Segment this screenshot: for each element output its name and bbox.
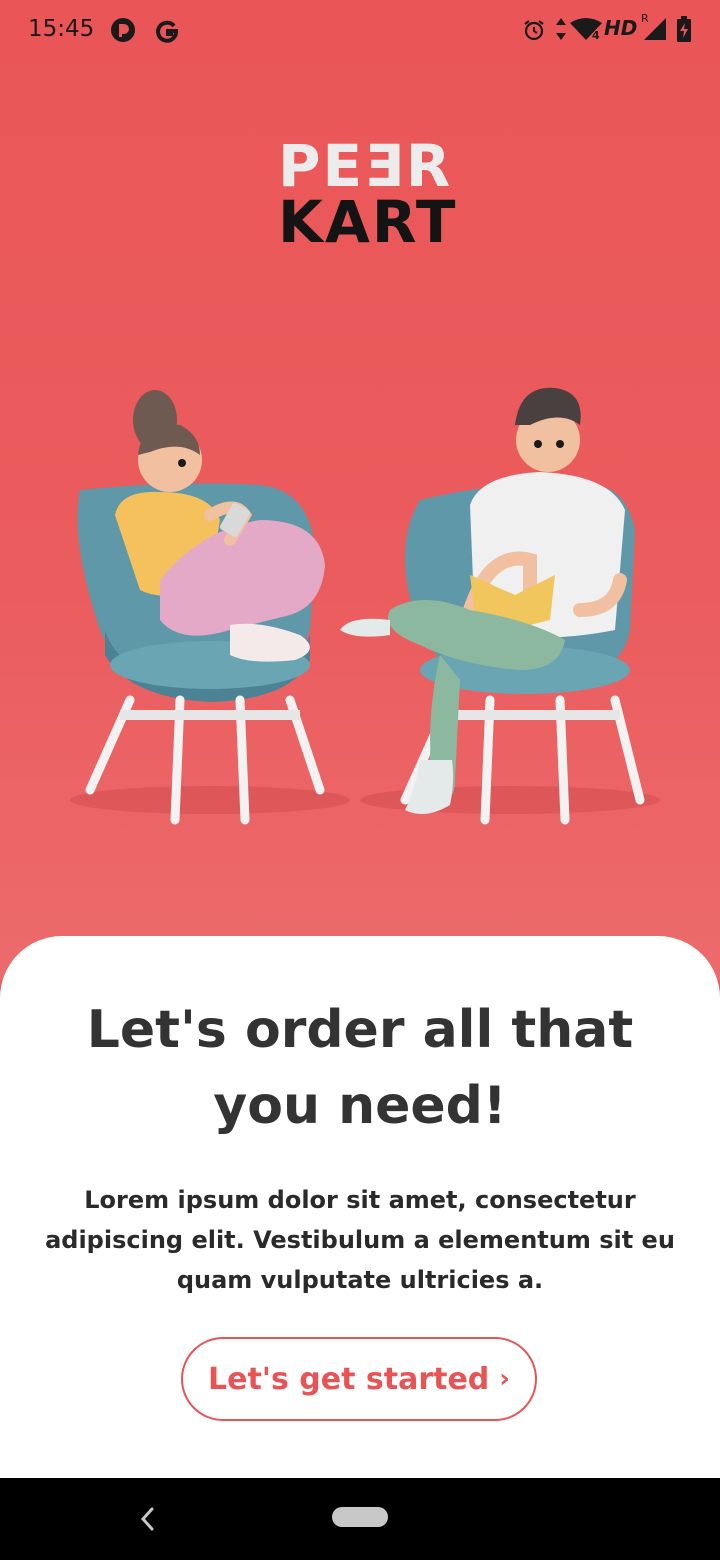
logo-line-1: PEƎR: [278, 132, 453, 200]
home-pill-icon[interactable]: [332, 1507, 388, 1527]
get-started-label: Let's get started: [207, 1361, 490, 1397]
google-g-icon: [156, 20, 179, 43]
system-nav-bar: [0, 1478, 720, 1560]
wifi-icon: 4: [570, 18, 602, 41]
status-bar: 15:45 4 HD R: [0, 0, 720, 60]
signal-icon: [644, 18, 666, 40]
alarm-icon: [524, 20, 544, 41]
get-started-button[interactable]: Let's get started ›: [181, 1337, 537, 1421]
hd-icon: HD: [604, 16, 638, 40]
app-circle-icon: [111, 18, 135, 42]
data-arrows-icon: [556, 18, 566, 40]
svg-text:4: 4: [592, 29, 600, 41]
battery-charging-icon: [677, 16, 691, 42]
people-sitting-in-chairs-illustration: [70, 387, 660, 825]
status-time: 15:45: [28, 16, 95, 42]
boy-figure: [340, 387, 627, 814]
brand-logo: PEƎR KART: [278, 132, 468, 256]
chevron-right-icon: ›: [499, 1364, 510, 1394]
back-icon[interactable]: [138, 1506, 156, 1532]
onboarding-description: Lorem ipsum dolor sit amet, consectetur …: [45, 1186, 675, 1294]
onboarding-headline: Let's order all that you need!: [86, 1000, 634, 1136]
logo-line-2: KART: [278, 188, 458, 256]
